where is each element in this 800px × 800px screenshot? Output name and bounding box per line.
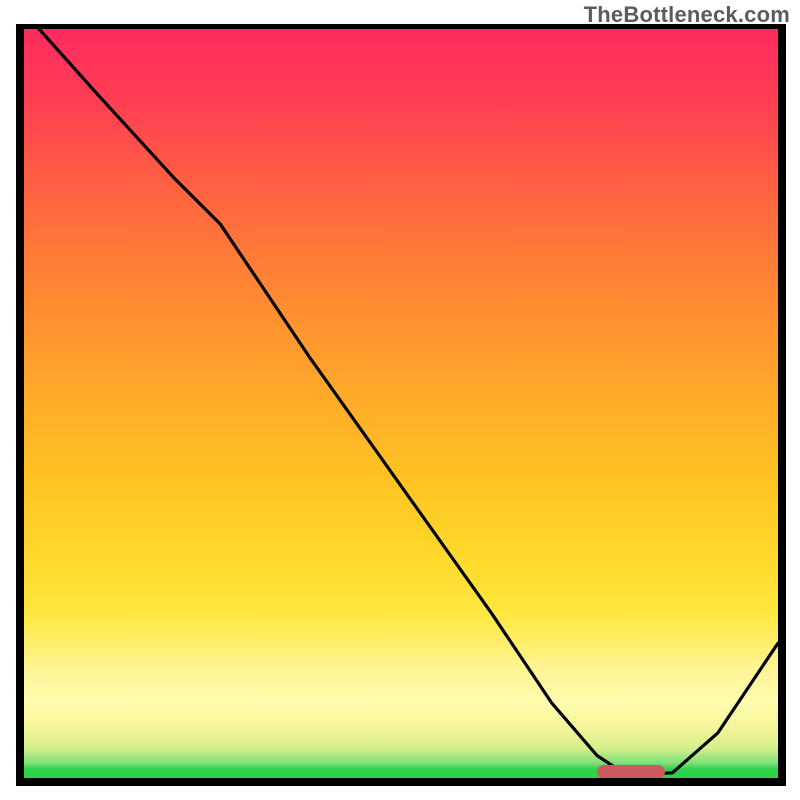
plot-area (16, 24, 786, 786)
optimal-range-marker (597, 765, 665, 779)
bottleneck-curve (39, 29, 778, 774)
chart-frame: TheBottleneck.com (0, 0, 800, 800)
curve-layer (24, 29, 778, 778)
